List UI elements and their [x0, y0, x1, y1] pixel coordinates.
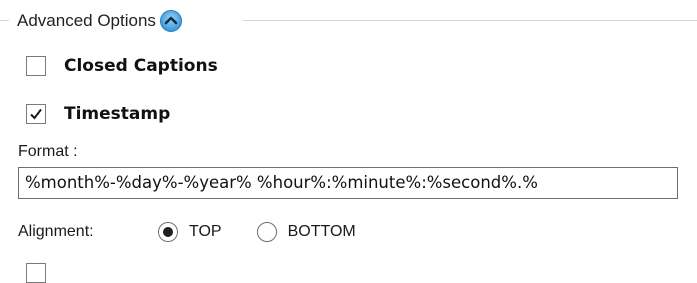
alignment-bottom-label[interactable]: BOTTOM: [288, 223, 356, 241]
alignment-bottom-radio[interactable]: [256, 222, 277, 242]
next-option-checkbox[interactable]: [26, 263, 46, 283]
advanced-options-section: Advanced Options Closed Captions Timesta…: [0, 0, 697, 283]
section-divider-left: [0, 20, 9, 21]
section-legend: Advanced Options: [17, 9, 182, 33]
format-field[interactable]: %month%-%day%-%year% %hour%:%minute%:%se…: [18, 167, 678, 199]
alignment-label: Alignment:: [18, 223, 94, 240]
section-divider-right: [243, 20, 697, 21]
chevron-up-icon: [164, 16, 178, 25]
closed-captions-option[interactable]: Closed Captions: [26, 56, 218, 76]
checkmark-icon: [30, 108, 42, 120]
timestamp-label: Timestamp: [64, 104, 171, 124]
alignment-top-label[interactable]: TOP: [189, 223, 222, 241]
timestamp-option[interactable]: Timestamp: [26, 104, 170, 124]
collapse-toggle-button[interactable]: [159, 10, 182, 32]
closed-captions-label: Closed Captions: [64, 56, 218, 76]
closed-captions-checkbox[interactable]: [26, 56, 46, 76]
alignment-top-radio[interactable]: [158, 222, 178, 242]
alignment-group: Alignment: TOP BOTTOM: [18, 220, 356, 244]
timestamp-checkbox[interactable]: [26, 104, 46, 124]
format-label: Format :: [18, 143, 78, 160]
section-title: Advanced Options: [17, 11, 156, 30]
